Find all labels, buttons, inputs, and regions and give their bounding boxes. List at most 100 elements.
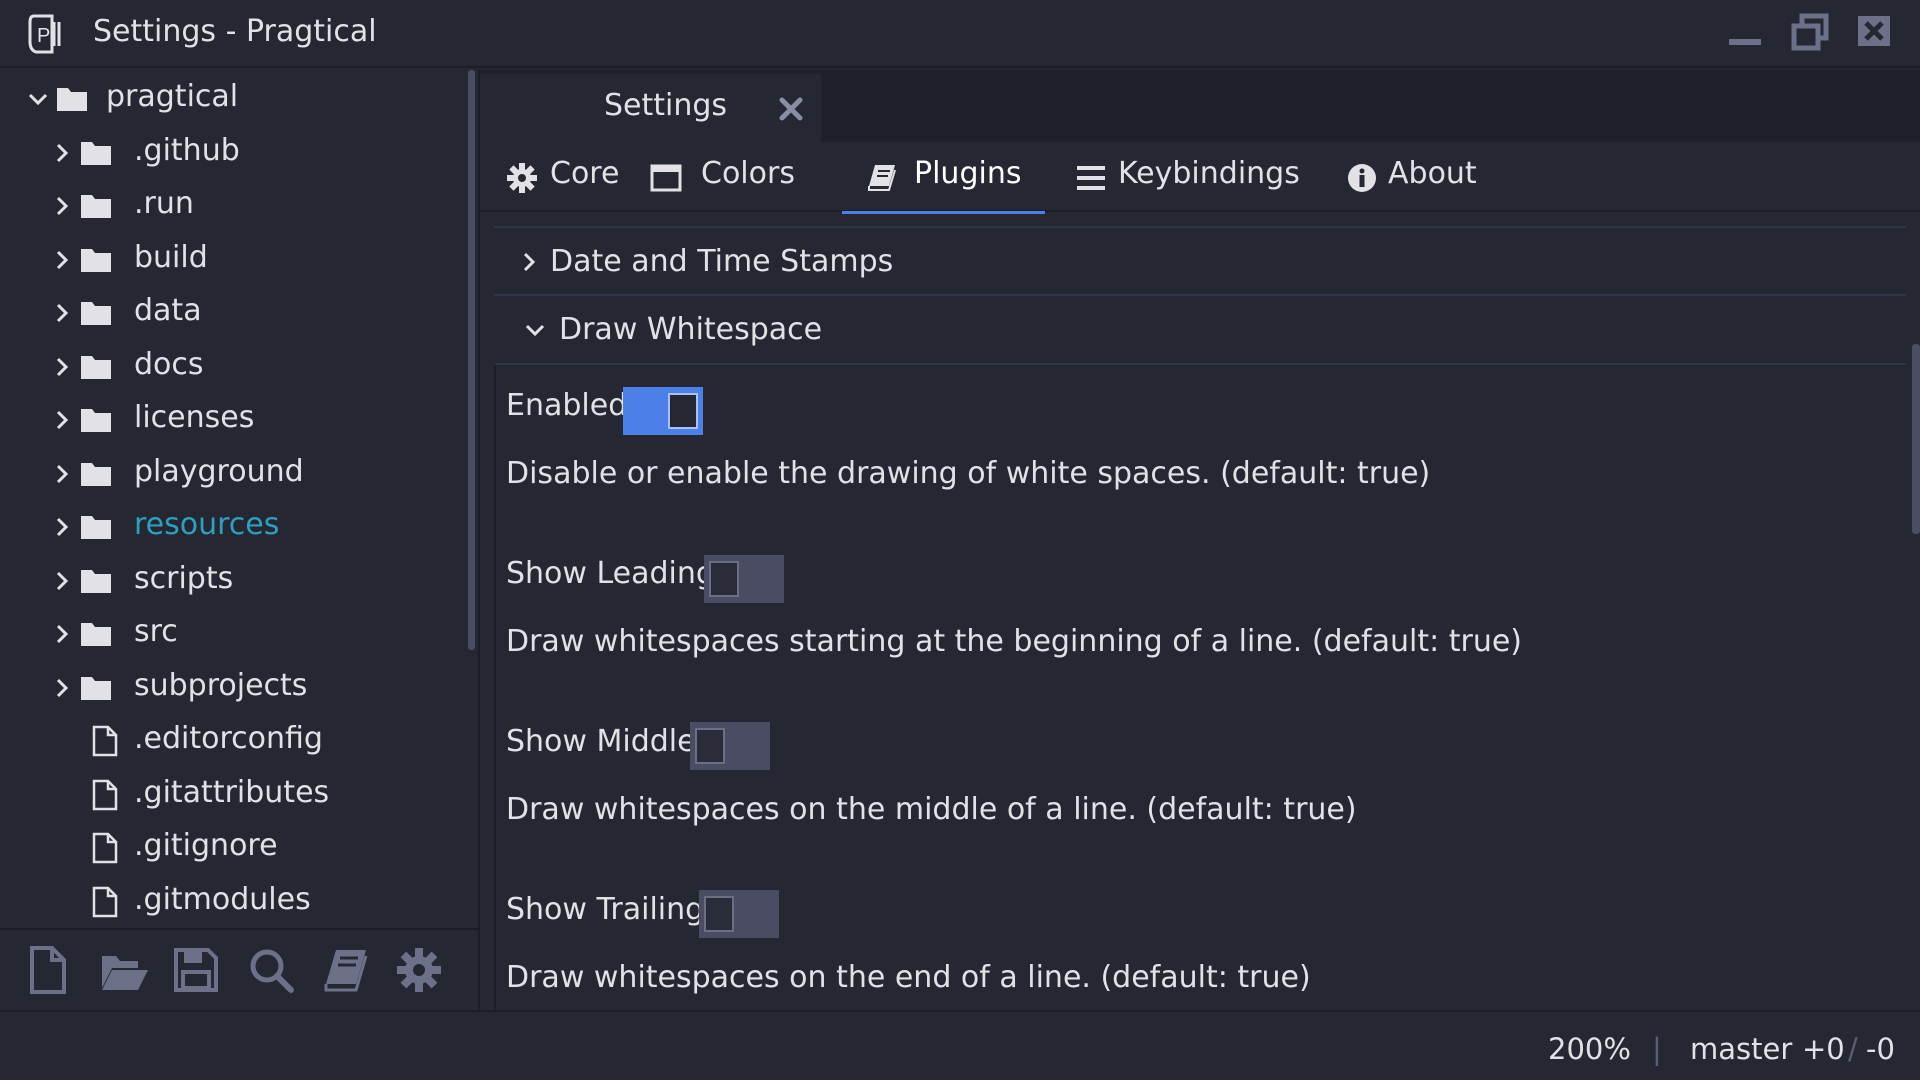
- tab-about-label: About: [1388, 156, 1477, 191]
- tab-about[interactable]: About: [1346, 142, 1496, 212]
- option-desc-show-middle: Draw whitespaces on the middle of a line…: [506, 792, 1357, 827]
- document-tab-label: Settings: [604, 88, 728, 123]
- toggle-show-leading[interactable]: [704, 555, 784, 603]
- chevron-right-icon: [56, 357, 69, 377]
- window-icon: [650, 164, 682, 192]
- zoom-level[interactable]: 200%: [1548, 1032, 1631, 1066]
- title-bar: P Settings - Pragtical: [0, 0, 1920, 68]
- folder-icon: [81, 356, 111, 379]
- gear-icon: [507, 163, 537, 193]
- toggle-knob: [709, 561, 739, 597]
- tab-core-label: Core: [550, 156, 620, 191]
- option-desc-show-leading: Draw whitespaces starting at the beginni…: [506, 624, 1523, 659]
- tree-item-label: resources: [134, 507, 280, 542]
- toggle-knob: [695, 728, 725, 764]
- sidebar-toolbar: [0, 928, 478, 1008]
- search-icon[interactable]: [245, 944, 297, 996]
- tree-folder-item[interactable]: .github: [0, 126, 468, 180]
- tree-folder-item[interactable]: docs: [0, 340, 468, 394]
- tree-file-item[interactable]: .gitattributes: [0, 768, 468, 822]
- tree-item-label: .editorconfig: [134, 721, 323, 756]
- settings-tabs: Core Colors Plugins Keybindings About: [480, 142, 1920, 214]
- book-icon[interactable]: [320, 944, 372, 996]
- folder-icon: [81, 516, 111, 539]
- plugin-settings-content: Date and Time Stamps Draw Whitespace Ena…: [494, 226, 1906, 1010]
- tree-folder-item[interactable]: playground: [0, 447, 468, 501]
- close-icon[interactable]: [776, 94, 806, 124]
- folder-icon: [81, 570, 111, 593]
- new-file-icon[interactable]: [22, 944, 74, 996]
- folder-icon: [81, 463, 111, 486]
- tree-item-label: playground: [134, 454, 304, 489]
- file-icon: [92, 779, 118, 811]
- file-icon: [92, 886, 118, 918]
- tree-folder-item[interactable]: licenses: [0, 393, 468, 447]
- tree-folder-item[interactable]: src: [0, 607, 468, 661]
- option-label-enabled: Enabled: [506, 388, 628, 423]
- tab-keybindings-label: Keybindings: [1118, 156, 1300, 191]
- toggle-knob: [704, 896, 734, 932]
- option-label-show-middle: Show Middle: [506, 724, 696, 759]
- tab-colors-label: Colors: [701, 156, 795, 191]
- info-icon: [1348, 164, 1376, 192]
- tab-plugins[interactable]: Plugins: [842, 142, 1045, 214]
- tab-settings-document[interactable]: Settings: [480, 74, 821, 142]
- tree-folder-item[interactable]: scripts: [0, 554, 468, 608]
- chevron-right-icon: [56, 143, 69, 163]
- tree-item-label: scripts: [134, 561, 234, 596]
- tree-file-item[interactable]: .gitignore: [0, 821, 468, 875]
- tree-item-label: .github: [134, 133, 240, 168]
- tree-item-label: .gitignore: [134, 828, 278, 863]
- tree-folder-item[interactable]: pragtical: [0, 72, 468, 126]
- file-icon: [92, 725, 118, 757]
- option-desc-show-trailing: Draw whitespaces on the end of a line. (…: [506, 960, 1311, 995]
- chevron-down-icon: [28, 93, 48, 106]
- tree-folder-item[interactable]: subprojects: [0, 661, 468, 715]
- tab-core[interactable]: Core: [480, 142, 640, 212]
- tree-item-label: .gitmodules: [134, 882, 311, 917]
- draw-whitespace-options: Enabled Disable or enable the drawing of…: [494, 363, 1906, 1010]
- tree-folder-item[interactable]: build: [0, 233, 468, 287]
- tree-scrollbar[interactable]: [468, 70, 475, 650]
- minimize-icon[interactable]: [1721, 10, 1769, 54]
- close-window-icon[interactable]: [1850, 10, 1898, 54]
- save-icon[interactable]: [170, 944, 222, 996]
- chevron-down-icon: [525, 324, 545, 337]
- app-logo-icon: P: [28, 14, 61, 54]
- tree-item-label: subprojects: [134, 668, 308, 703]
- option-label-show-trailing: Show Trailing: [506, 892, 705, 927]
- folder-icon: [81, 142, 111, 165]
- section-title-date-time: Date and Time Stamps: [550, 244, 894, 279]
- git-slash: /: [1848, 1032, 1858, 1066]
- section-draw-whitespace[interactable]: Draw Whitespace: [494, 294, 1906, 362]
- restore-icon[interactable]: [1786, 10, 1834, 54]
- toggle-show-middle[interactable]: [690, 722, 770, 770]
- open-folder-icon: [57, 88, 87, 111]
- folder-icon: [81, 302, 111, 325]
- tree-item-label: .gitattributes: [134, 775, 330, 810]
- open-folder-icon[interactable]: [98, 944, 150, 996]
- gear-icon[interactable]: [393, 944, 445, 996]
- svg-text:P: P: [37, 25, 50, 47]
- chevron-right-icon: [56, 678, 69, 698]
- tree-folder-item[interactable]: resources: [0, 500, 468, 554]
- chevron-right-icon: [56, 624, 69, 644]
- content-scrollbar[interactable]: [1912, 344, 1920, 534]
- tree-item-label: build: [134, 240, 208, 275]
- toggle-show-trailing[interactable]: [699, 890, 779, 938]
- chevron-right-icon: [56, 517, 69, 537]
- tree-item-label: src: [134, 614, 178, 649]
- tree-item-label: pragtical: [106, 79, 239, 114]
- tree-file-item[interactable]: .editorconfig: [0, 714, 468, 768]
- section-date-time-stamps[interactable]: Date and Time Stamps: [494, 226, 1906, 294]
- folder-icon: [81, 677, 111, 700]
- git-branch[interactable]: master: [1690, 1032, 1792, 1066]
- folder-icon: [81, 249, 111, 272]
- tree-file-item[interactable]: .gitmodules: [0, 875, 468, 928]
- tab-keybindings[interactable]: Keybindings: [1075, 142, 1305, 212]
- chevron-right-icon: [56, 410, 69, 430]
- tree-folder-item[interactable]: .run: [0, 179, 468, 233]
- toggle-enabled[interactable]: [623, 387, 703, 435]
- chevron-right-icon: [523, 252, 536, 272]
- tree-folder-item[interactable]: data: [0, 286, 468, 340]
